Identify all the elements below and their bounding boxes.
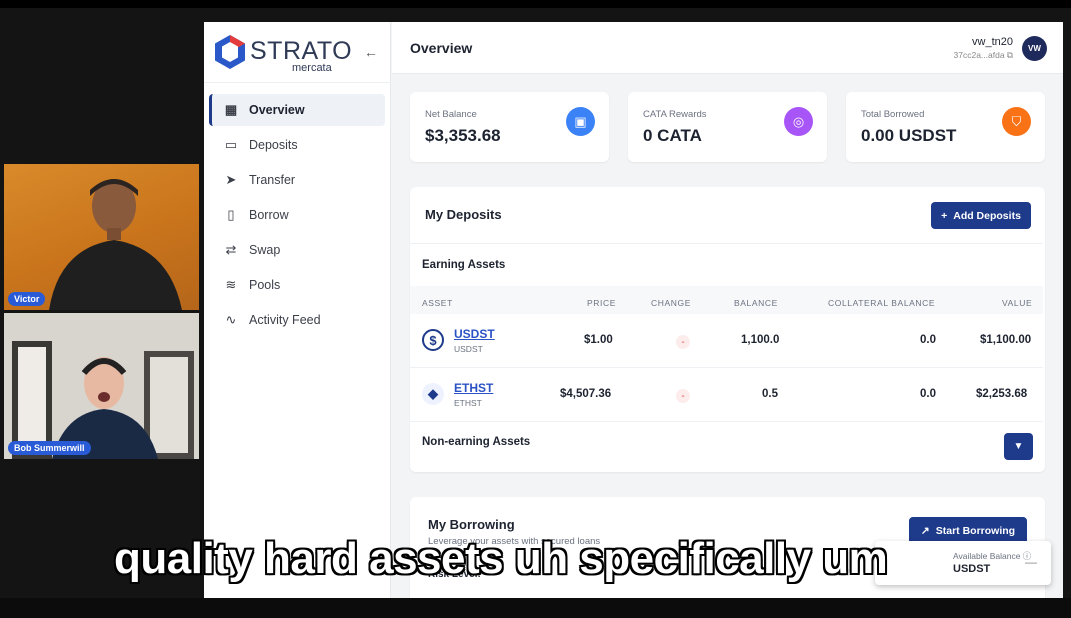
participant-name: Victor <box>8 292 46 306</box>
collateral-cell: 0.0 <box>920 334 936 346</box>
grid-icon: ▦ <box>224 102 238 117</box>
stat-card-net-balance: Net Balance $3,353.68 ▣ <box>410 92 609 162</box>
balance-popup[interactable]: Available Balance ⓘ USDST — <box>875 541 1051 585</box>
sidebar-item-swap[interactable]: ⇄ Swap <box>209 234 385 266</box>
add-deposits-button[interactable]: + Add Deposits <box>931 202 1031 229</box>
divider <box>204 82 391 83</box>
stat-value: 0.00 USDST <box>861 126 957 145</box>
divider <box>410 243 1043 244</box>
stat-card-cata-rewards: CATA Rewards 0 CATA ◎ <box>628 92 827 162</box>
participant-name: Bob Summerwill <box>8 441 91 455</box>
ethereum-icon: ◆ <box>422 383 444 405</box>
minimize-icon[interactable]: — <box>1025 555 1037 569</box>
table-header <box>410 286 1043 314</box>
sidebar: STRATO mercata ← ▦ Overview ▭ Deposits ➤… <box>204 22 391 598</box>
activity-icon: ∿ <box>225 312 237 327</box>
sidebar-item-label: Overview <box>249 103 305 117</box>
column-header: COLLATERAL BALANCE <box>828 298 936 308</box>
coins-icon: ◎ <box>784 107 813 136</box>
non-earning-assets-title: Non-earning Assets <box>422 436 531 448</box>
stat-value: $3,353.68 <box>425 126 501 145</box>
column-header: PRICE <box>587 298 616 308</box>
popup-value: USDST <box>953 563 991 575</box>
column-header: ASSET <box>422 298 453 308</box>
borrowing-title: My Borrowing <box>428 517 515 532</box>
participant-video <box>4 313 199 459</box>
plus-icon: + <box>941 209 948 222</box>
earning-assets-title: Earning Assets <box>422 259 506 271</box>
brand-sub: mercata <box>292 62 332 74</box>
collapse-sidebar-icon[interactable]: ← <box>364 44 378 60</box>
stat-label: Total Borrowed <box>861 109 925 120</box>
stat-value: 0 CATA <box>643 126 702 145</box>
sidebar-item-label: Activity Feed <box>249 313 321 327</box>
send-icon: ➤ <box>225 172 237 187</box>
sidebar-item-deposits[interactable]: ▭ Deposits <box>209 129 385 161</box>
balance-cell: 0.5 <box>762 388 778 400</box>
asset-link-ethst[interactable]: ETHST <box>454 381 493 395</box>
brand-logo[interactable]: STRATO mercata <box>214 34 364 74</box>
book-icon: ▯ <box>227 207 235 222</box>
popup-label: Available Balance ⓘ <box>953 551 1032 561</box>
main-content: Overview vw_tn20 37cc2a...afda ⧉ VW Net … <box>392 22 1063 598</box>
arrow-up-right-icon: ↗ <box>920 525 930 537</box>
change-cell: - <box>676 389 690 403</box>
bottom-bar <box>0 598 1071 618</box>
wallet-icon: ▭ <box>224 137 238 152</box>
asset-symbol: USDST <box>454 344 483 354</box>
participant-video <box>49 179 182 310</box>
sidebar-nav: ▦ Overview ▭ Deposits ➤ Transfer ▯ Borro… <box>209 94 385 339</box>
value-cell: $1,100.00 <box>980 334 1032 346</box>
participant-tile-victor[interactable]: Victor <box>4 164 199 310</box>
wallet-icon: ▣ <box>566 107 595 136</box>
deposits-title: My Deposits <box>425 207 502 222</box>
stat-card-total-borrowed: Total Borrowed 0.00 USDST ⛉ <box>846 92 1045 162</box>
stat-label: CATA Rewards <box>643 109 707 120</box>
asset-symbol: ETHST <box>454 398 482 408</box>
column-header: VALUE <box>1002 298 1033 308</box>
user-address[interactable]: 37cc2a...afda ⧉ <box>954 50 1013 61</box>
sidebar-item-label: Borrow <box>249 208 289 222</box>
shield-icon: ⛉ <box>1002 107 1031 136</box>
asset-link-usdst[interactable]: USDST <box>454 327 495 341</box>
sidebar-item-transfer[interactable]: ➤ Transfer <box>209 164 385 196</box>
app-window: STRATO mercata ← ▦ Overview ▭ Deposits ➤… <box>204 22 1063 598</box>
column-header: BALANCE <box>734 298 778 308</box>
live-caption: quality hard assets uh specifically um <box>114 534 888 583</box>
sidebar-item-borrow[interactable]: ▯ Borrow <box>209 199 385 231</box>
sidebar-item-label: Deposits <box>249 138 298 152</box>
column-header: CHANGE <box>651 298 691 308</box>
top-header: Overview vw_tn20 37cc2a...afda ⧉ VW <box>392 22 1063 74</box>
chevron-down-icon[interactable]: ▼ <box>1004 433 1033 460</box>
divider <box>410 421 1043 422</box>
top-bar <box>0 0 1071 8</box>
change-cell: - <box>676 335 690 349</box>
collateral-cell: 0.0 <box>920 388 936 400</box>
dollar-icon: $ <box>422 329 444 351</box>
price-cell: $1.00 <box>584 334 613 346</box>
database-icon: ≋ <box>225 277 237 292</box>
sidebar-item-label: Swap <box>249 243 281 257</box>
stat-label: Net Balance <box>425 109 477 120</box>
deposits-card: My Deposits + Add Deposits Earning Asset… <box>410 187 1045 472</box>
balance-cell: 1,100.0 <box>741 334 780 346</box>
sidebar-item-pools[interactable]: ≋ Pools <box>209 269 385 301</box>
sidebar-item-label: Pools <box>249 278 281 292</box>
sidebar-item-label: Transfer <box>249 173 296 187</box>
swap-icon: ⇄ <box>225 242 237 257</box>
user-name: vw_tn20 <box>972 36 1013 48</box>
meeting-stage: Victor Bob Summerwill STRATO mercata ← ▦… <box>0 0 1071 618</box>
sidebar-item-activity-feed[interactable]: ∿ Activity Feed <box>209 304 385 336</box>
participant-tile-bob[interactable]: Bob Summerwill <box>4 313 199 459</box>
strato-logo-icon <box>215 35 245 69</box>
price-cell: $4,507.36 <box>560 388 612 400</box>
avatar[interactable]: VW <box>1022 36 1047 61</box>
divider <box>410 367 1043 368</box>
value-cell: $2,253.68 <box>976 388 1028 400</box>
sidebar-item-overview[interactable]: ▦ Overview <box>209 94 385 126</box>
page-title: Overview <box>410 40 473 56</box>
